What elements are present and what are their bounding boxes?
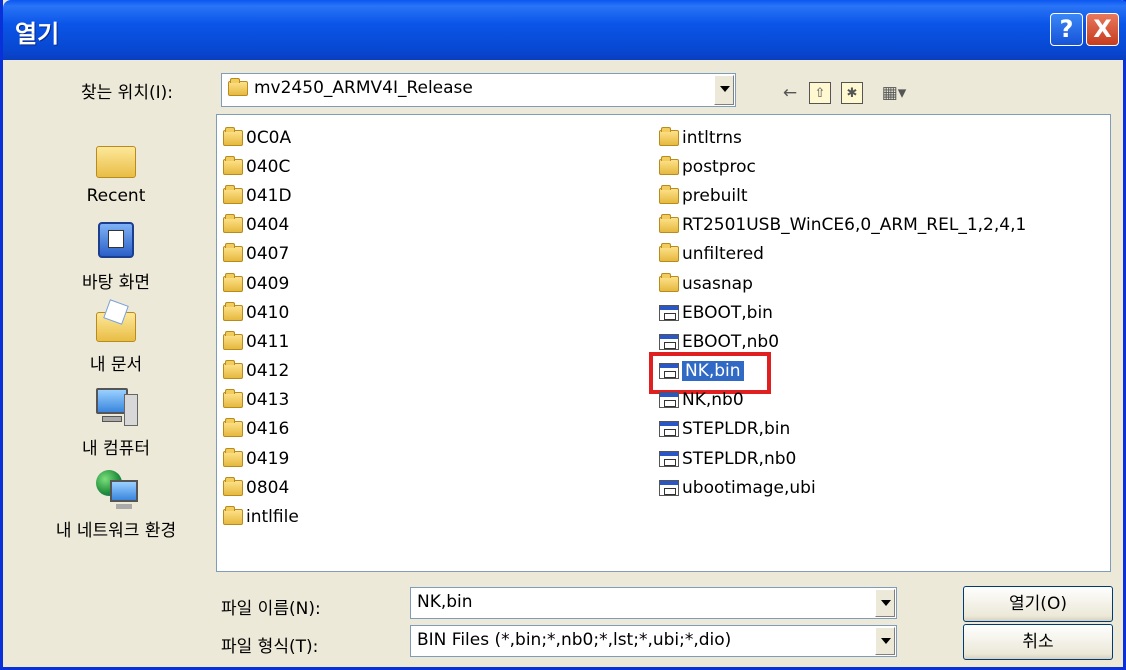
- bin-file-icon: [659, 450, 679, 467]
- list-item[interactable]: 0413: [223, 386, 299, 415]
- list-item[interactable]: intlfile: [223, 502, 299, 531]
- list-item[interactable]: ubootimage,ubi: [659, 473, 1026, 502]
- file-type-value: BIN Files (*,bin;*,nb0;*,lst;*,ubi;*,dio…: [417, 630, 732, 650]
- folder-icon: [228, 77, 248, 96]
- list-item[interactable]: 0410: [223, 298, 299, 327]
- recent-folder-icon: [92, 136, 140, 184]
- place-label: 내 문서: [89, 355, 143, 375]
- list-item[interactable]: 0407: [223, 240, 299, 269]
- list-item[interactable]: usasnap: [659, 269, 1026, 298]
- list-item[interactable]: 0419: [223, 444, 299, 473]
- open-file-dialog: 열기 ? X 찾는 위치(I): mv2450_ARMV4I_Release ←…: [0, 0, 1126, 670]
- desktop-icon: [92, 218, 140, 266]
- place-my-computer[interactable]: 내 컴퓨터: [41, 384, 191, 459]
- folder-icon: [223, 126, 243, 146]
- my-documents-icon: [92, 299, 140, 348]
- network-places-icon: [92, 466, 140, 514]
- folder-icon: [223, 214, 243, 234]
- list-item[interactable]: STEPLDR,nb0: [659, 444, 1026, 473]
- bin-file-icon: [659, 363, 679, 380]
- back-icon[interactable]: ←: [779, 82, 801, 104]
- folder-icon: [223, 330, 243, 350]
- file-column-2: intltrns postproc prebuilt RT2501USB_Win…: [649, 123, 1026, 502]
- list-item[interactable]: intltrns: [659, 123, 1026, 152]
- folder-icon: [659, 155, 679, 175]
- file-type-label: 파일 형식(T):: [221, 637, 319, 657]
- place-recent[interactable]: Recent: [41, 136, 191, 206]
- file-name-value: NK,bin: [417, 592, 473, 612]
- folder-icon: [223, 506, 243, 526]
- file-type-dropdown[interactable]: BIN Files (*,bin;*,nb0;*,lst;*,ubi;*,dio…: [410, 625, 897, 657]
- close-button[interactable]: X: [1086, 13, 1119, 46]
- list-item[interactable]: 0C0A: [223, 123, 299, 152]
- list-item[interactable]: 0412: [223, 357, 299, 386]
- folder-icon: [223, 389, 243, 409]
- open-button[interactable]: 열기(O): [963, 586, 1113, 622]
- bin-file-icon: [659, 479, 679, 496]
- bin-file-icon: [659, 392, 679, 409]
- place-network[interactable]: 내 네트워크 환경: [41, 466, 191, 541]
- place-my-documents[interactable]: 내 문서: [41, 299, 191, 375]
- list-item[interactable]: 0804: [223, 473, 299, 502]
- cancel-button[interactable]: 취소: [963, 624, 1113, 660]
- help-button[interactable]: ?: [1050, 13, 1083, 46]
- new-folder-icon[interactable]: ✱: [841, 82, 863, 104]
- up-folder-icon[interactable]: ⇧: [809, 82, 831, 104]
- list-item[interactable]: 040C: [223, 152, 299, 181]
- list-item[interactable]: RT2501USB_WinCE6,0_ARM_REL_1,2,4,1: [659, 211, 1026, 240]
- look-in-label: 찾는 위치(I):: [81, 83, 173, 103]
- title-bar[interactable]: 열기 ? X: [3, 0, 1126, 60]
- place-label: Recent: [86, 186, 146, 206]
- chevron-down-icon[interactable]: [875, 589, 895, 617]
- list-item[interactable]: 041D: [223, 181, 299, 210]
- folder-icon: [223, 418, 243, 438]
- list-item[interactable]: 0411: [223, 327, 299, 356]
- file-name-label: 파일 이름(N):: [221, 599, 321, 619]
- chevron-down-icon[interactable]: [714, 75, 734, 105]
- views-menu-icon[interactable]: ▦▾: [877, 82, 911, 104]
- chevron-down-icon[interactable]: [875, 627, 895, 655]
- place-label: 내 네트워크 환경: [55, 521, 177, 541]
- folder-icon: [223, 272, 243, 292]
- folder-icon: [223, 155, 243, 175]
- list-item[interactable]: 0409: [223, 269, 299, 298]
- folder-icon: [659, 214, 679, 234]
- list-item[interactable]: NK,nb0: [659, 386, 1026, 415]
- folder-icon: [659, 126, 679, 146]
- list-item[interactable]: EBOOT,bin: [659, 298, 1026, 327]
- bin-file-icon: [659, 333, 679, 350]
- folder-icon: [223, 301, 243, 321]
- look-in-dropdown[interactable]: mv2450_ARMV4I_Release: [221, 73, 736, 107]
- folder-icon: [659, 243, 679, 263]
- list-item-selected[interactable]: NK,bin: [649, 351, 1026, 394]
- place-desktop[interactable]: 바탕 화면: [41, 218, 191, 293]
- list-item[interactable]: postproc: [659, 152, 1026, 181]
- file-column-1: 0C0A 040C 041D 0404 0407 0409 0410 0411 …: [223, 123, 299, 532]
- window-title: 열기: [15, 20, 60, 48]
- list-item[interactable]: STEPLDR,bin: [659, 415, 1026, 444]
- folder-icon: [223, 243, 243, 263]
- file-list[interactable]: 0C0A 040C 041D 0404 0407 0409 0410 0411 …: [216, 114, 1111, 572]
- look-in-value: mv2450_ARMV4I_Release: [254, 78, 473, 98]
- my-computer-icon: [92, 384, 140, 432]
- folder-icon: [659, 184, 679, 204]
- folder-icon: [223, 184, 243, 204]
- list-item[interactable]: prebuilt: [659, 181, 1026, 210]
- folder-icon: [223, 447, 243, 467]
- list-item[interactable]: 0416: [223, 415, 299, 444]
- place-label: 바탕 화면: [82, 273, 150, 293]
- bin-file-icon: [659, 304, 679, 321]
- place-label: 내 컴퓨터: [82, 439, 150, 459]
- list-item[interactable]: 0404: [223, 211, 299, 240]
- folder-icon: [223, 476, 243, 496]
- folder-icon: [659, 272, 679, 292]
- folder-icon: [223, 360, 243, 380]
- bin-file-icon: [659, 421, 679, 438]
- list-item[interactable]: unfiltered: [659, 240, 1026, 269]
- list-item[interactable]: EBOOT,nb0: [659, 327, 1026, 356]
- file-name-input[interactable]: NK,bin: [410, 587, 897, 619]
